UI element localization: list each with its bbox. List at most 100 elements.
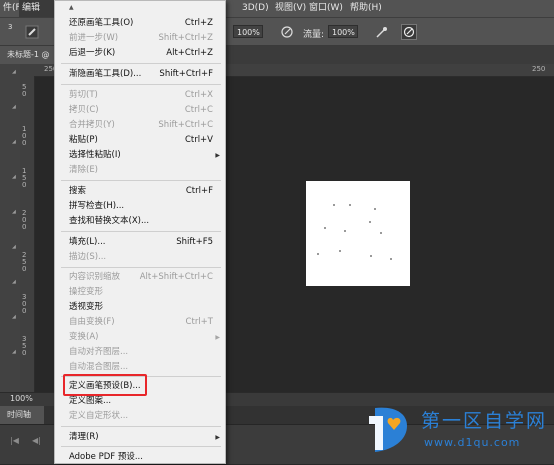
pressure-opacity-icon[interactable] <box>279 24 295 40</box>
menu-item-paste-special[interactable]: 选择性粘贴(I) ▶ <box>55 148 225 163</box>
flow-label: 流量: <box>303 30 325 40</box>
menu-scroll-up-icon[interactable]: ▲ <box>69 4 74 11</box>
menu-item-define-pattern[interactable]: 定义图案... <box>55 394 225 409</box>
vertical-ruler: 50 100 150 200 250 300 350 <box>20 76 35 392</box>
ruler-mark: 50 <box>22 83 27 98</box>
menu-item-spell-check[interactable]: 拼写检查(H)... <box>55 199 225 214</box>
menu-item-label: 查找和替换文本(X)... <box>69 216 150 226</box>
menu-separator <box>61 63 221 64</box>
menu-item-shortcut: Ctrl+Z <box>184 18 213 28</box>
menu-item-label: 清理(R) <box>69 432 99 442</box>
menu-item-label: 后退一步(K) <box>69 48 116 58</box>
go-to-first-frame-icon[interactable]: |◀ <box>10 436 19 445</box>
menu-item-fade-brush[interactable]: 渐隐画笔工具(D)... Shift+Ctrl+F <box>55 67 225 82</box>
brush-preset-icon[interactable] <box>24 24 40 40</box>
tool-expand-arrow-icon: ◢ <box>12 349 16 355</box>
opacity-field[interactable]: 100% <box>233 25 263 38</box>
menu-item-shortcut: Ctrl+X <box>184 90 213 100</box>
tool-expand-arrow-icon: ◢ <box>12 139 16 145</box>
brush-dot <box>349 204 351 206</box>
brush-dot <box>344 230 346 232</box>
menu-item-transform[interactable]: 变换(A) ▶ <box>55 330 225 345</box>
brush-size-value[interactable]: 3 <box>8 23 12 31</box>
watermark-url: www.d1qu.com <box>424 436 521 449</box>
menu-view[interactable]: 视图(V) <box>272 0 309 17</box>
menu-item-label: 自动对齐图层... <box>69 347 129 357</box>
menu-item-perspective-warp[interactable]: 透视变形 <box>55 300 225 315</box>
zoom-level[interactable]: 100% <box>10 394 33 403</box>
menu-item-label: 渐隐画笔工具(D)... <box>69 69 142 79</box>
flow-field[interactable]: 100% <box>328 25 358 38</box>
site-logo-icon <box>363 404 413 456</box>
menu-separator <box>61 426 221 427</box>
menu-item-undo-brush[interactable]: 还原画笔工具(O) Ctrl+Z <box>55 16 225 31</box>
menu-item-copy-merged[interactable]: 合并拷贝(Y) Shift+Ctrl+C <box>55 118 225 133</box>
menu-item-shortcut: Shift+Ctrl+C <box>158 120 213 130</box>
menu-item-find-replace[interactable]: 查找和替换文本(X)... <box>55 214 225 229</box>
ruler-mark: 200 <box>22 209 27 231</box>
menu-window[interactable]: 窗口(W) <box>306 0 346 17</box>
watermark-title: 第一区自学网 <box>421 410 548 432</box>
menu-item-define-custom-shape[interactable]: 定义自定形状... <box>55 409 225 424</box>
menu-item-shortcut: Ctrl+T <box>185 317 213 327</box>
brush-dot <box>317 253 319 255</box>
document-canvas[interactable] <box>306 181 410 286</box>
menu-separator <box>61 84 221 85</box>
tool-expand-arrow-icon: ◢ <box>12 174 16 180</box>
tool-expand-arrow-icon: ◢ <box>12 104 16 110</box>
menu-item-purge[interactable]: 清理(R) ▶ <box>55 430 225 445</box>
menu-item-auto-blend-layers[interactable]: 自动混合图层... <box>55 360 225 375</box>
menu-item-label: 剪切(T) <box>69 90 98 100</box>
menu-item-label: 定义图案... <box>69 396 112 406</box>
tool-expand-arrow-icon: ◢ <box>12 244 16 250</box>
menu-item-copy[interactable]: 拷贝(C) Ctrl+C <box>55 103 225 118</box>
menu-item-label: 内容识别缩放 <box>69 272 121 282</box>
ruler-mark: 350 <box>22 335 27 357</box>
pressure-size-icon[interactable] <box>401 24 417 40</box>
menu-3d[interactable]: 3D(D) <box>239 0 272 17</box>
menu-separator <box>61 267 221 268</box>
menu-item-shortcut: Shift+Ctrl+F <box>159 69 213 79</box>
ruler-mark: 150 <box>22 167 27 189</box>
brush-dot <box>374 208 376 210</box>
menu-item-label: 搜索 <box>69 186 87 196</box>
menu-item-content-aware-scale[interactable]: 内容识别缩放 Alt+Shift+Ctrl+C <box>55 270 225 285</box>
menu-item-label: 描边(S)... <box>69 252 107 262</box>
menu-item-label: 拷贝(C) <box>69 105 99 115</box>
submenu-arrow-icon: ▶ <box>215 152 220 159</box>
menu-item-free-transform[interactable]: 自由变换(F) Ctrl+T <box>55 315 225 330</box>
menu-item-label: 自动混合图层... <box>69 362 129 372</box>
airbrush-icon[interactable] <box>374 24 390 40</box>
tool-expand-arrow-icon: ◢ <box>12 69 16 75</box>
ruler-mark: 300 <box>22 293 27 315</box>
menu-item-cut[interactable]: 剪切(T) Ctrl+X <box>55 88 225 103</box>
menu-item-shortcut: Shift+Ctrl+Z <box>158 33 213 43</box>
menu-item-label: 清除(E) <box>69 165 99 175</box>
menu-item-label: 还原画笔工具(O) <box>69 18 134 28</box>
menu-item-label: 填充(L)... <box>69 237 106 247</box>
menu-item-clear[interactable]: 清除(E) <box>55 163 225 178</box>
ruler-mark: 250 <box>22 251 27 273</box>
menu-item-auto-align-layers[interactable]: 自动对齐图层... <box>55 345 225 360</box>
timeline-tab[interactable]: 时间轴 <box>0 406 44 424</box>
menu-item-shortcut: Ctrl+F <box>185 186 213 196</box>
menu-item-shortcut: Shift+F5 <box>176 237 213 247</box>
menu-item-step-forward[interactable]: 前进一步(W) Shift+Ctrl+Z <box>55 31 225 46</box>
menu-item-paste[interactable]: 粘贴(P) Ctrl+V <box>55 133 225 148</box>
menu-help[interactable]: 帮助(H) <box>347 0 385 17</box>
menu-item-fill[interactable]: 填充(L)... Shift+F5 <box>55 235 225 250</box>
brush-dot <box>333 204 335 206</box>
menu-edit[interactable]: 编辑(E) <box>19 0 55 30</box>
brush-dot <box>369 221 371 223</box>
menu-item-puppet-warp[interactable]: 操控变形 <box>55 285 225 300</box>
document-tab[interactable]: 未标题-1 @ <box>0 46 54 64</box>
previous-frame-icon[interactable]: ◀| <box>32 436 41 445</box>
brush-dot <box>380 232 382 234</box>
menu-item-search[interactable]: 搜索 Ctrl+F <box>55 184 225 199</box>
menu-separator <box>61 231 221 232</box>
menu-item-adobe-pdf-presets[interactable]: Adobe PDF 预设... <box>55 450 225 465</box>
tool-expand-arrow-icon: ◢ <box>12 209 16 215</box>
menu-item-stroke[interactable]: 描边(S)... <box>55 250 225 265</box>
menu-item-step-backward[interactable]: 后退一步(K) Alt+Ctrl+Z <box>55 46 225 61</box>
brush-dot <box>324 227 326 229</box>
